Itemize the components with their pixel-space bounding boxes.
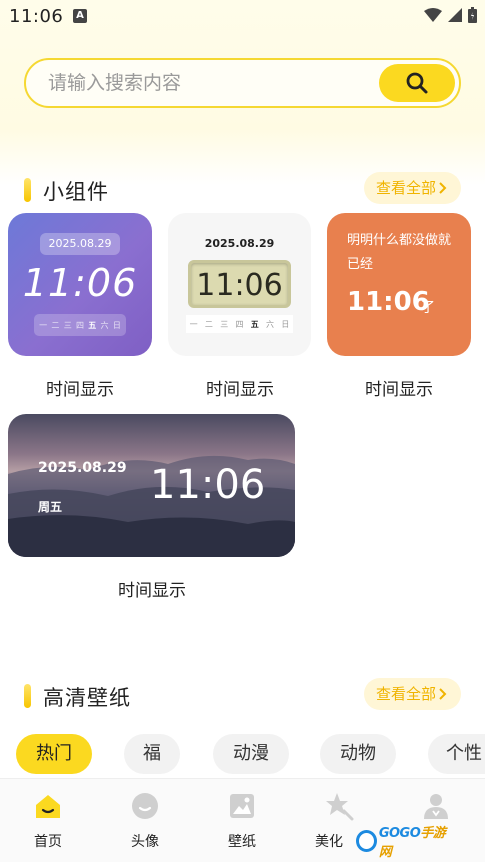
status-icons <box>424 7 477 23</box>
avatar-icon <box>132 793 158 819</box>
chevron-right-icon <box>439 688 447 700</box>
section-title: 高清壁纸 <box>43 686 131 710</box>
lcd-display: 11:06 <box>188 260 291 308</box>
battery-icon <box>468 7 477 23</box>
tag-animal[interactable]: 动物 <box>320 734 396 774</box>
nav-label: 首页 <box>34 834 62 850</box>
nav-avatar[interactable]: 头像 <box>115 789 175 851</box>
weekday: 日 <box>281 319 290 329</box>
search-icon <box>406 72 428 94</box>
widgets-see-all-button[interactable]: 查看全部 <box>363 172 461 204</box>
search-input[interactable] <box>48 60 368 106</box>
widget-clock-lcd[interactable]: 2025.08.29 11:06 一 二 三 四 五 六 日 <box>168 213 311 356</box>
weekday: 日 <box>112 320 121 330</box>
weekday: 二 <box>51 320 60 330</box>
widget-label[interactable]: 时间显示 <box>80 576 224 601</box>
tag-fu[interactable]: 福 <box>124 734 180 774</box>
widgets-section-header: 小组件 查看全部 <box>0 170 485 210</box>
section-marker <box>24 684 31 708</box>
tag-personality[interactable]: 个性 <box>428 734 485 774</box>
home-icon <box>36 795 60 818</box>
search-button[interactable] <box>379 64 455 102</box>
weekday: 六 <box>266 319 275 329</box>
category-tabs: 热门 福 动漫 动物 个性 <box>0 734 485 774</box>
widget-weekdays: 一 二 三 四 五 六 日 <box>186 315 293 333</box>
see-all-label: 查看全部 <box>375 179 436 197</box>
widget-label[interactable]: 时间显示 <box>8 375 152 400</box>
status-bar: 11:06 A <box>0 0 485 34</box>
widget-time: 11:06 <box>196 268 283 303</box>
widget-date: 2025.08.29 <box>40 233 120 255</box>
weekday-active: 五 <box>88 320 97 330</box>
widget-label[interactable]: 时间显示 <box>168 375 312 400</box>
weekday: 四 <box>235 319 244 329</box>
section-title: 小组件 <box>43 180 109 204</box>
widget-date: 2025.08.29 <box>38 460 127 476</box>
search-bar <box>24 58 461 108</box>
widget-clock-orange[interactable]: 明明什么都没做就已经 11:06 了 <box>327 213 471 356</box>
signal-icon <box>448 8 462 22</box>
nav-mine[interactable] <box>406 789 466 823</box>
status-time: 11:06 <box>9 6 64 27</box>
see-all-label: 查看全部 <box>375 685 436 703</box>
beautify-icon <box>326 793 354 821</box>
widget-time: 11:06 <box>347 287 430 317</box>
watermark-icon <box>356 830 377 852</box>
widget-suffix: 了 <box>421 300 435 316</box>
wallpaper-see-all-button[interactable]: 查看全部 <box>363 678 461 710</box>
widget-weekdays: 一 二 三 四 五 六 日 <box>34 314 126 336</box>
widget-date: 2025.08.29 <box>204 237 275 250</box>
nav-label: 壁纸 <box>228 834 256 850</box>
weekday: 一 <box>189 319 198 329</box>
widget-caption: 明明什么都没做就已经 <box>347 233 452 272</box>
wallpaper-section-header: 高清壁纸 查看全部 <box>0 676 485 716</box>
user-icon <box>424 794 448 819</box>
widget-time: 11:06 <box>22 261 138 305</box>
wifi-icon <box>424 8 442 22</box>
tag-hot[interactable]: 热门 <box>16 734 92 774</box>
weekday: 三 <box>220 319 229 329</box>
weekday: 六 <box>100 320 109 330</box>
wallpaper-icon <box>230 794 254 818</box>
widget-clock-landscape[interactable]: 2025.08.29 周五 11:06 <box>8 414 295 557</box>
chevron-right-icon <box>439 182 447 194</box>
weekday: 三 <box>63 320 72 330</box>
nav-home[interactable]: 首页 <box>18 789 78 851</box>
weekday-active: 五 <box>250 319 259 329</box>
widget-time: 11:06 <box>150 462 266 508</box>
widget-clock-purple[interactable]: 2025.08.29 11:06 一 二 三 四 五 六 日 <box>8 213 152 356</box>
watermark-logo: GOGO手游网 <box>356 826 452 860</box>
widget-label[interactable]: 时间显示 <box>327 375 471 400</box>
section-marker <box>24 178 31 202</box>
nav-label: 头像 <box>131 834 159 850</box>
widget-weekday: 周五 <box>38 500 63 514</box>
nav-wallpaper[interactable]: 壁纸 <box>212 789 272 851</box>
watermark-text: GOGO手游网 <box>378 826 446 860</box>
weekday: 四 <box>75 320 84 330</box>
weekday: 一 <box>39 320 48 330</box>
notification-icon: A <box>73 9 87 23</box>
weekday: 二 <box>204 319 213 329</box>
tag-anime[interactable]: 动漫 <box>213 734 289 774</box>
